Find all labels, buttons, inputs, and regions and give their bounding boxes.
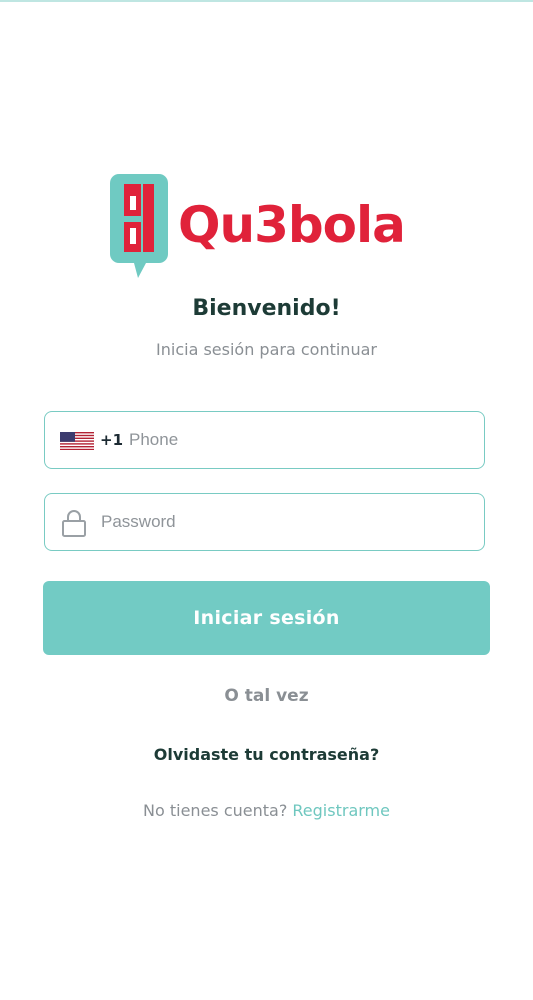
brand-name: Qu3bola (178, 196, 406, 254)
forgot-password-link[interactable]: Olvidaste tu contraseña? (0, 742, 533, 768)
login-button[interactable]: Iniciar sesión (43, 581, 490, 655)
phone-field[interactable]: +1 (44, 411, 485, 469)
us-flag-icon[interactable] (60, 432, 94, 450)
country-code[interactable]: +1 (100, 429, 123, 451)
no-account-prompt: No tienes cuenta? (143, 801, 293, 820)
password-input[interactable] (101, 508, 471, 536)
signup-row: No tienes cuenta? Registrarme (0, 798, 533, 824)
lock-icon (62, 510, 86, 537)
top-divider (0, 0, 533, 2)
welcome-title: Bienvenido! (192, 296, 341, 321)
phone-input[interactable] (129, 426, 469, 454)
app-logo: Qu3bola (110, 174, 430, 282)
alternative-label: O tal vez (224, 686, 309, 706)
password-field[interactable] (44, 493, 485, 551)
register-link[interactable]: Registrarme (292, 801, 390, 820)
login-subtitle: Inicia sesión para continuar (156, 340, 377, 359)
qu3bola-logo-icon (110, 174, 168, 278)
